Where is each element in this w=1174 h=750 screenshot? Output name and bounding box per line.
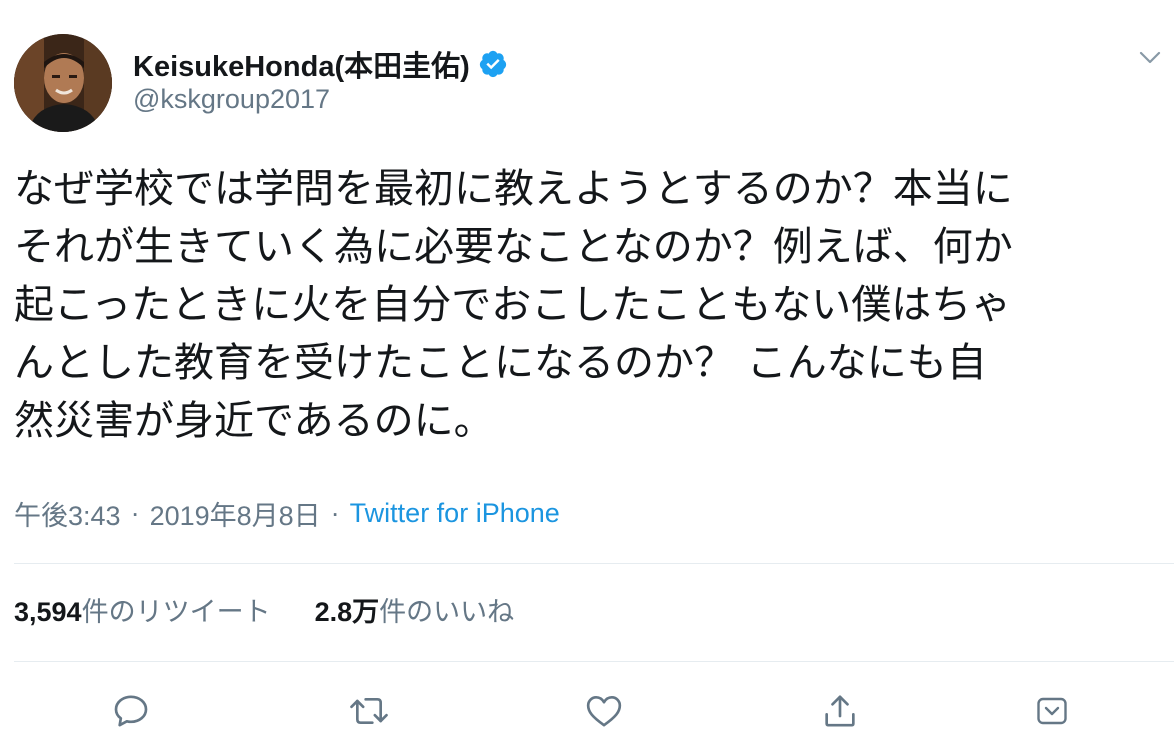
heart-icon bbox=[586, 696, 622, 727]
reply-button[interactable] bbox=[106, 686, 156, 736]
verified-badge-icon bbox=[478, 49, 508, 79]
user-handle[interactable]: @kskgroup2017 bbox=[133, 84, 330, 115]
retweet-stat[interactable]: 3,594 件のリツイート bbox=[14, 590, 271, 629]
share-button[interactable] bbox=[815, 686, 865, 736]
meta-separator: · bbox=[130, 498, 140, 528]
share-icon bbox=[825, 695, 855, 727]
tweet-text: なぜ学校では学問を最初に教えようとするのか？本当に それが生きていく為に必要なこ… bbox=[14, 160, 1164, 450]
save-button[interactable] bbox=[1027, 686, 1077, 736]
divider bbox=[14, 661, 1174, 662]
like-count: 2.8万 bbox=[314, 597, 380, 627]
chevron-down-icon[interactable] bbox=[1137, 48, 1163, 68]
display-name-row[interactable]: KeisukeHonda(本田圭佑) bbox=[133, 44, 508, 84]
meta-separator: · bbox=[330, 498, 340, 528]
tweet-date[interactable]: 2019年8月8日 bbox=[150, 494, 321, 533]
avatar-image bbox=[14, 34, 112, 132]
reply-icon bbox=[114, 695, 148, 727]
tweet-stats: 3,594 件のリツイート 2.8万 件のいいね bbox=[14, 590, 514, 629]
like-stat[interactable]: 2.8万 件のいいね bbox=[315, 590, 515, 629]
tweet-meta: 午後3:43 · 2019年8月8日 · Twitter for iPhone bbox=[14, 494, 560, 533]
like-button[interactable] bbox=[579, 686, 629, 736]
retweet-button[interactable] bbox=[344, 686, 394, 736]
tweet-text-line: んとした教育を受けたことになるのか？ こんなにも自 bbox=[14, 340, 987, 386]
tweet-source-link[interactable]: Twitter for iPhone bbox=[350, 498, 560, 529]
like-label: 件のいいね bbox=[379, 597, 515, 628]
tweet-text-line: 然災害が身近であるのに。 bbox=[14, 398, 494, 444]
bookmark-icon bbox=[1037, 697, 1067, 725]
retweet-icon bbox=[350, 698, 388, 724]
retweet-count: 3,594 bbox=[14, 597, 82, 627]
tweet-text-line: なぜ学校では学問を最初に教えようとするのか？本当に bbox=[14, 166, 1013, 212]
tweet-time[interactable]: 午後3:43 bbox=[14, 494, 121, 533]
tweet-text-line: 起こったときに火を自分でおこしたこともない僕はちゃ bbox=[14, 282, 1012, 328]
display-name[interactable]: KeisukeHonda(本田圭佑) bbox=[133, 43, 470, 85]
retweet-label: 件のリツイート bbox=[81, 597, 271, 628]
action-bar bbox=[0, 686, 1174, 736]
tweet-text-line: それが生きていく為に必要なことなのか？例えば、何か bbox=[14, 224, 1013, 270]
tweet-header: KeisukeHonda(本田圭佑) @kskgroup2017 bbox=[0, 0, 1174, 140]
divider bbox=[14, 563, 1174, 564]
avatar[interactable] bbox=[14, 34, 112, 132]
